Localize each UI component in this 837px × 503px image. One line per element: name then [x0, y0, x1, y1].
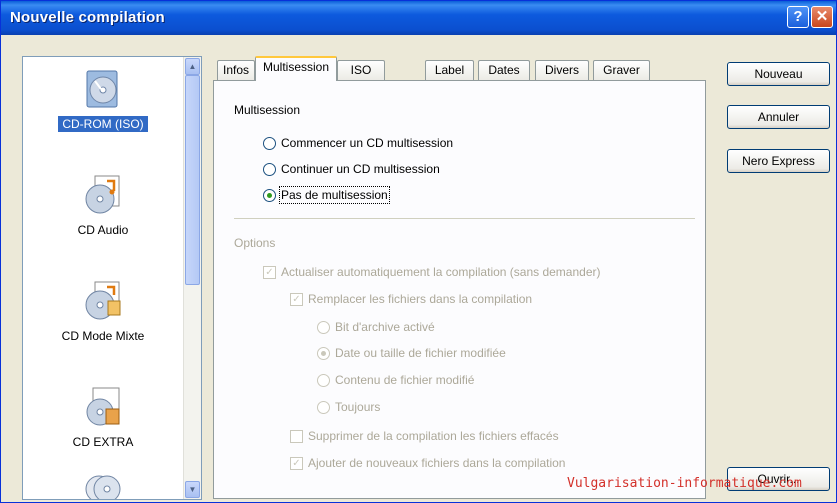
compilation-type-list[interactable]: CD-ROM (ISO) CD Audio CD Mode Mixte CD E…: [22, 56, 202, 500]
scroll-down-icon[interactable]: ▼: [185, 481, 200, 498]
radio-no-multisession[interactable]: [263, 189, 276, 202]
checkbox-add-files[interactable]: ✓: [290, 457, 303, 470]
radio-content-modified-label[interactable]: Contenu de fichier modifié: [335, 373, 474, 387]
tab-label[interactable]: Label: [425, 60, 474, 80]
options-heading: Options: [234, 236, 276, 250]
watermark-text: Vulgarisation-informatique.com: [567, 476, 802, 491]
tab-divers[interactable]: Divers: [535, 60, 589, 80]
new-button[interactable]: Nouveau: [727, 62, 830, 86]
window-title: Nouvelle compilation: [10, 9, 165, 26]
radio-no-multisession-label[interactable]: Pas de multisession: [279, 186, 390, 204]
checkbox-replace-files-label[interactable]: Remplacer les fichiers dans la compilati…: [308, 292, 532, 306]
list-item-label: CD EXTRA: [72, 435, 134, 449]
radio-selected-dot: [321, 351, 326, 356]
list-item-label: CD Mode Mixte: [61, 329, 145, 343]
radio-selected-dot: [267, 193, 272, 198]
radio-start-multisession[interactable]: [263, 137, 276, 150]
checkbox-delete-files-label[interactable]: Supprimer de la compilation les fichiers…: [308, 429, 559, 443]
list-item-label: CD Audio: [77, 223, 129, 237]
radio-archive-bit[interactable]: [317, 321, 330, 334]
radio-archive-bit-label[interactable]: Bit d'archive activé: [335, 320, 435, 334]
multisession-heading: Multisession: [234, 103, 301, 117]
tab-multisession[interactable]: Multisession: [255, 56, 337, 81]
checkbox-replace-files[interactable]: ✓: [290, 293, 303, 306]
cd-mixed-mode-icon: [85, 281, 121, 320]
list-item-cd-mode-mixte[interactable]: CD Mode Mixte: [23, 279, 183, 343]
tab-infos[interactable]: Infos: [217, 60, 255, 80]
nero-express-button[interactable]: Nero Express: [727, 149, 830, 173]
list-item-cd-extra[interactable]: CD EXTRA: [23, 385, 183, 449]
scrollbar-thumb[interactable]: [185, 75, 200, 285]
close-button[interactable]: ✕: [811, 6, 833, 28]
cancel-button[interactable]: Annuler: [727, 105, 830, 129]
dialog-body: CD-ROM (ISO) CD Audio CD Mode Mixte CD E…: [4, 35, 833, 501]
radio-date-size-label[interactable]: Date ou taille de fichier modifiée: [335, 346, 506, 360]
list-item-cd-copy[interactable]: [23, 465, 183, 499]
help-button[interactable]: ?: [787, 6, 809, 28]
tab-dates[interactable]: Dates: [478, 60, 530, 80]
radio-always-label[interactable]: Toujours: [335, 400, 380, 414]
tab-iso[interactable]: ISO: [337, 60, 385, 80]
cd-rom-iso-icon: [86, 70, 118, 108]
checkbox-auto-update-label[interactable]: Actualiser automatiquement la compilatio…: [281, 265, 601, 279]
checkbox-delete-files[interactable]: [290, 430, 303, 443]
list-item-label: CD-ROM (ISO): [58, 116, 148, 132]
list-scrollbar[interactable]: ▲ ▼: [183, 57, 201, 499]
list-item-cd-rom-iso[interactable]: CD-ROM (ISO): [23, 67, 183, 132]
cd-copy-icon: [85, 475, 121, 499]
radio-content-modified[interactable]: [317, 374, 330, 387]
title-bar[interactable]: Nouvelle compilation ? ✕: [1, 1, 836, 35]
dialog-window: Nouvelle compilation ? ✕ CD-ROM (ISO) CD…: [0, 0, 837, 503]
checkbox-auto-update[interactable]: ✓: [263, 266, 276, 279]
scroll-up-icon[interactable]: ▲: [185, 58, 200, 75]
cd-audio-icon: [85, 175, 120, 214]
cd-extra-icon: [86, 387, 120, 426]
radio-start-multisession-label[interactable]: Commencer un CD multisession: [281, 136, 453, 150]
tab-graver[interactable]: Graver: [593, 60, 650, 80]
radio-continue-multisession-label[interactable]: Continuer un CD multisession: [281, 162, 440, 176]
separator: [234, 218, 695, 219]
checkbox-add-files-label[interactable]: Ajouter de nouveaux fichiers dans la com…: [308, 456, 565, 470]
list-item-cd-audio[interactable]: CD Audio: [23, 173, 183, 237]
radio-date-size[interactable]: [317, 347, 330, 360]
radio-continue-multisession[interactable]: [263, 163, 276, 176]
radio-always[interactable]: [317, 401, 330, 414]
